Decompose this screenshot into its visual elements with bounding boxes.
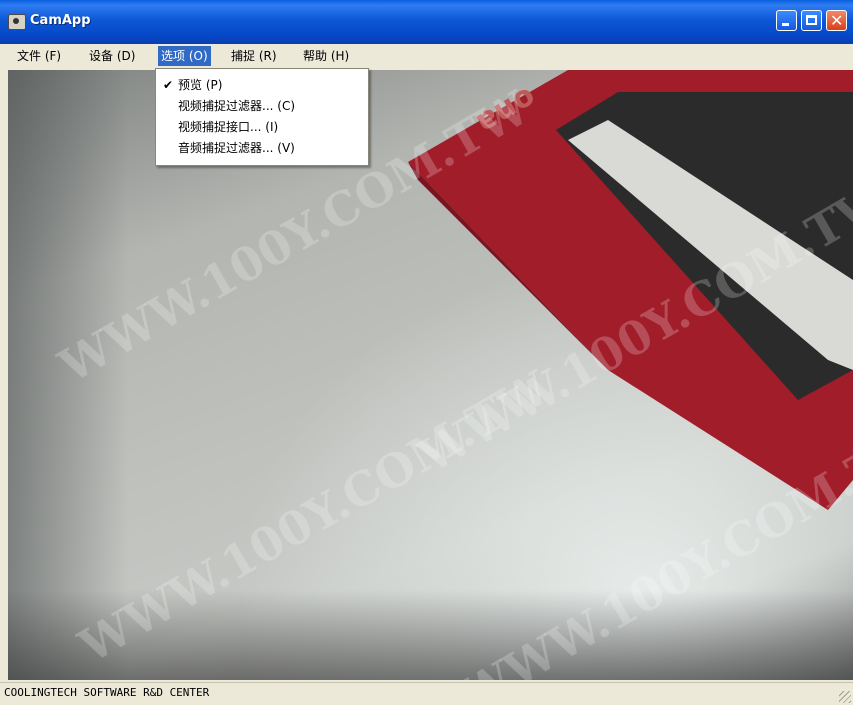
menu-bar: 文件 (F) 设备 (D) 选项 (O) 捕捉 (R) 帮助 (H)	[0, 44, 853, 68]
options-dropdown: ✔ 预览 (P) 视频捕捉过滤器... (C) 视频捕捉接口... (I) 音频…	[155, 68, 369, 166]
menu-item-label: 视频捕捉过滤器... (C)	[178, 99, 296, 113]
close-button[interactable]: ✕	[826, 10, 847, 31]
menu-help[interactable]: 帮助 (H)	[300, 46, 352, 66]
check-icon: ✔	[162, 78, 174, 92]
title-bar[interactable]: CamApp ✕	[0, 0, 853, 44]
resize-grip-icon[interactable]	[839, 691, 851, 703]
menu-item-label: 视频捕捉接口... (I)	[178, 120, 279, 134]
status-bar: COOLINGTECH SOFTWARE R&D CENTER	[0, 682, 853, 705]
status-text: COOLINGTECH SOFTWARE R&D CENTER	[4, 686, 210, 699]
maximize-button[interactable]	[801, 10, 822, 31]
menu-options[interactable]: 选项 (O)	[158, 46, 211, 66]
menu-file[interactable]: 文件 (F)	[14, 46, 64, 66]
menu-item-video-capture-pin[interactable]: 视频捕捉接口... (I)	[156, 117, 368, 138]
minimize-icon	[782, 23, 789, 26]
menu-item-label: 音频捕捉过滤器... (V)	[178, 141, 295, 155]
maximize-icon	[806, 15, 817, 25]
window-title: CamApp	[30, 13, 91, 28]
menu-item-video-capture-filter[interactable]: 视频捕捉过滤器... (C)	[156, 96, 368, 117]
menu-capture[interactable]: 捕捉 (R)	[228, 46, 280, 66]
camera-icon	[8, 14, 26, 30]
menu-item-label: 预览 (P)	[178, 78, 223, 92]
close-icon: ✕	[830, 11, 844, 30]
video-preview[interactable]: ona WWW.100Y.COM.TW WWW.100Y.COM.TW WWW.…	[8, 70, 853, 680]
minimize-button[interactable]	[776, 10, 797, 31]
menu-item-preview[interactable]: ✔ 预览 (P)	[156, 75, 368, 96]
menu-device[interactable]: 设备 (D)	[86, 46, 138, 66]
menu-item-audio-capture-filter[interactable]: 音频捕捉过滤器... (V)	[156, 138, 368, 159]
